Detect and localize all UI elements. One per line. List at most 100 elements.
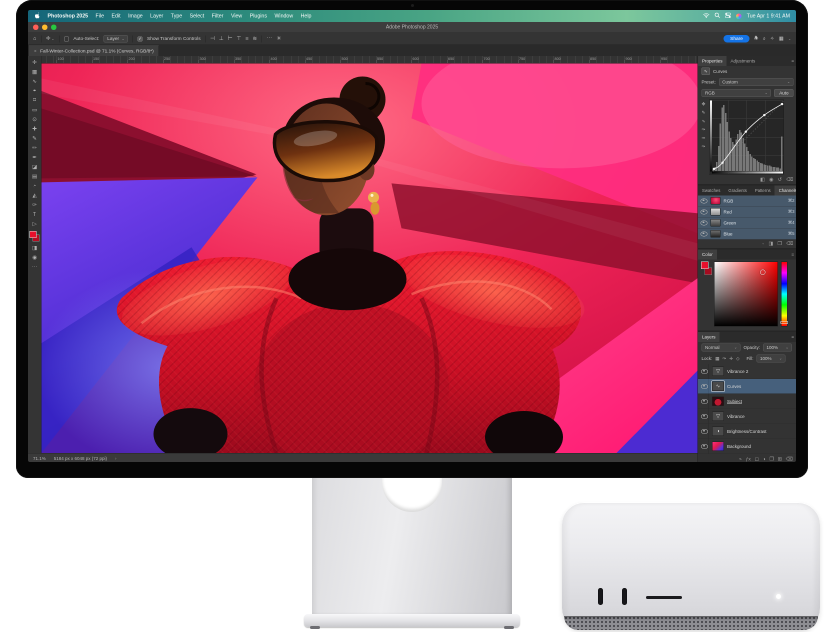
tab-layers[interactable]: Layers xyxy=(698,332,720,342)
search-icon[interactable] xyxy=(715,13,721,20)
frame-tool[interactable]: ▭ xyxy=(29,105,40,115)
menu-app-name[interactable]: Photoshop 2025 xyxy=(48,13,89,19)
properties-footer-icon-1[interactable]: ◉ xyxy=(769,177,773,183)
visibility-eye-icon[interactable] xyxy=(701,444,708,449)
apple-menu-icon[interactable] xyxy=(34,12,40,20)
canvas-area[interactable]: 1001502002503003504004505005506006507007… xyxy=(42,56,698,453)
layer-row-background[interactable]: Background xyxy=(698,439,796,454)
layers-footer-icon-4[interactable]: ❒ xyxy=(770,457,774,463)
panel-menu-icon[interactable]: ≡ xyxy=(788,250,796,260)
tab-adjustments[interactable]: Adjustments xyxy=(727,56,760,66)
workspace-gear-icon[interactable]: ✳ xyxy=(277,36,282,42)
menu-item-file[interactable]: File xyxy=(96,13,104,19)
tab-gradients[interactable]: Gradients xyxy=(724,186,750,196)
control-center-icon[interactable] xyxy=(725,13,731,20)
tab-color[interactable]: Color xyxy=(698,250,717,260)
color-picker-cursor[interactable] xyxy=(760,270,766,276)
fill-dropdown[interactable]: 100%⌄ xyxy=(757,355,786,363)
visibility-eye-icon[interactable] xyxy=(701,220,708,225)
curve-point[interactable] xyxy=(781,103,783,105)
align-icon-4[interactable]: ≡ xyxy=(245,36,248,42)
preset-dropdown[interactable]: Custom⌄ xyxy=(719,78,794,86)
smooth-curve-icon[interactable]: ∿ xyxy=(702,119,706,125)
color-swatches[interactable] xyxy=(30,231,40,242)
healing-tool[interactable]: ✚ xyxy=(29,124,40,134)
visibility-eye-icon[interactable] xyxy=(701,198,708,203)
properties-footer-icon-3[interactable]: ⌫ xyxy=(786,177,793,183)
visibility-eye-icon[interactable] xyxy=(701,209,708,214)
foreground-color-swatch[interactable] xyxy=(701,262,709,270)
layers-footer-icon-0[interactable]: ⌁ xyxy=(739,457,742,463)
channels-footer-icon-0[interactable]: ◦ xyxy=(762,241,764,247)
visibility-eye-icon[interactable] xyxy=(701,399,708,404)
siri-icon[interactable] xyxy=(736,13,742,19)
align-icon-0[interactable]: ⊣ xyxy=(210,36,215,42)
home-icon[interactable]: ⌂ xyxy=(33,36,36,42)
chevron-down-icon[interactable]: ⌄ xyxy=(788,37,791,41)
tab-swatches[interactable]: Swatches xyxy=(698,186,724,196)
align-icon-3[interactable]: ⊤ xyxy=(237,36,242,42)
layer-row-curves[interactable]: ∿Curves xyxy=(698,379,796,394)
auto-select-checkbox[interactable] xyxy=(64,36,69,41)
discover-lightbulb-icon[interactable]: ✧ xyxy=(770,36,774,42)
close-tab-icon[interactable]: × xyxy=(34,49,37,54)
close-window-button[interactable] xyxy=(33,25,39,31)
zoom-level[interactable]: 71.1% xyxy=(33,456,46,461)
minimize-window-button[interactable] xyxy=(42,25,48,31)
history-brush-tool[interactable]: ✒ xyxy=(29,153,40,163)
crop-tool[interactable]: ⌗ xyxy=(29,96,40,106)
notifications-bell-icon[interactable]: 🕭 xyxy=(754,35,758,44)
menu-item-select[interactable]: Select xyxy=(190,13,205,19)
pencil-icon[interactable]: ✎ xyxy=(702,110,706,116)
type-tool[interactable]: T xyxy=(29,210,40,220)
curves-graph[interactable] xyxy=(709,100,784,175)
visibility-eye-icon[interactable] xyxy=(701,429,708,434)
clone-stamp-tool[interactable]: ✏ xyxy=(29,143,40,153)
foreground-color-swatch[interactable] xyxy=(30,231,37,238)
color-panel-swatches[interactable] xyxy=(701,262,711,277)
align-icon-1[interactable]: ⊥ xyxy=(219,36,224,42)
visibility-eye-icon[interactable] xyxy=(701,384,708,389)
wifi-icon[interactable] xyxy=(703,13,710,20)
channels-footer-icon-1[interactable]: ◨ xyxy=(769,241,773,247)
quick-select-tool[interactable]: ⌖ xyxy=(29,86,40,96)
hue-slider[interactable] xyxy=(781,262,788,327)
saturation-brightness-picker[interactable] xyxy=(714,262,778,327)
menu-item-layer[interactable]: Layer xyxy=(150,13,163,19)
more-options-icon[interactable]: ⋯ xyxy=(267,36,273,42)
lock-icon-2[interactable]: ✛ xyxy=(729,356,733,362)
move-tool[interactable]: ✛ xyxy=(29,58,40,68)
tab-channels[interactable]: Channels xyxy=(775,186,796,196)
hand-icon[interactable]: ✥ xyxy=(702,102,706,108)
pen-tool[interactable]: ✑ xyxy=(29,200,40,210)
visibility-eye-icon[interactable] xyxy=(701,231,708,236)
auto-button[interactable]: Auto xyxy=(774,89,793,97)
lock-icon-0[interactable]: ▦ xyxy=(715,356,719,362)
align-icon-5[interactable]: ≋ xyxy=(253,36,258,42)
tab-properties[interactable]: Properties xyxy=(698,56,727,66)
channel-dropdown[interactable]: RGB⌄ xyxy=(702,89,772,97)
menu-item-edit[interactable]: Edit xyxy=(112,13,121,19)
menu-clock[interactable]: Tue Apr 1 9:41 AM xyxy=(747,13,790,19)
marquee-tool[interactable]: ▦ xyxy=(29,67,40,77)
hue-slider-handle[interactable] xyxy=(781,321,789,324)
layer-row-subject[interactable]: Subject xyxy=(698,394,796,409)
menu-item-help[interactable]: Help xyxy=(301,13,312,19)
toolbar-extra-icon-2[interactable]: ⋯ xyxy=(29,262,40,272)
layers-footer-icon-2[interactable]: ◻ xyxy=(755,457,759,463)
layers-footer-icon-5[interactable]: ⊞ xyxy=(778,457,782,463)
layers-footer-icon-6[interactable]: ⌫ xyxy=(786,457,793,463)
tab-patterns[interactable]: Patterns xyxy=(751,186,775,196)
menu-item-view[interactable]: View xyxy=(231,13,242,19)
gradient-tool[interactable]: ▤ xyxy=(29,172,40,182)
channel-row-blue[interactable]: Blue⌘5 xyxy=(698,229,796,240)
toolbar-extra-icon-0[interactable]: ◨ xyxy=(29,243,40,253)
auto-select-target-dropdown[interactable]: Layer⌄ xyxy=(104,35,128,43)
visibility-eye-icon[interactable] xyxy=(701,414,708,419)
panel-menu-icon[interactable]: ≡ xyxy=(788,332,796,342)
layers-footer-icon-1[interactable]: ƒx xyxy=(746,457,751,463)
align-icon-2[interactable]: ⊢ xyxy=(228,36,233,42)
channels-footer-icon-3[interactable]: ⌫ xyxy=(786,241,793,247)
eyedropper-tool[interactable]: ⊙ xyxy=(29,115,40,125)
shape-tool[interactable]: ▷ xyxy=(29,219,40,229)
